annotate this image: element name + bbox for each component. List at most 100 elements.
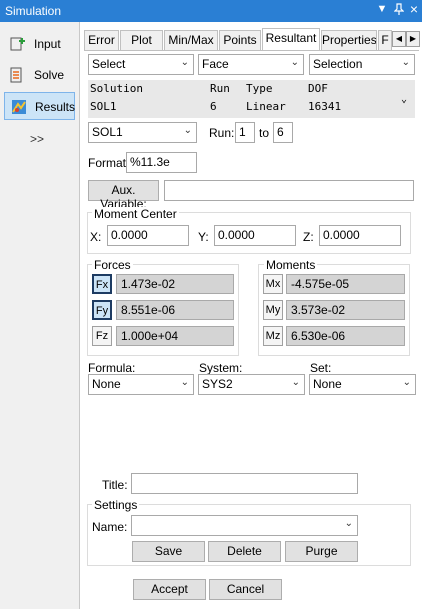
input-plus-icon — [10, 36, 26, 52]
window-menu-icon[interactable]: ▼ — [375, 3, 389, 19]
mz-button[interactable]: Mz — [263, 326, 283, 346]
results-chart-icon — [11, 99, 27, 115]
chevron-down-icon: ⌄ — [183, 125, 192, 136]
accept-button[interactable]: Accept — [133, 579, 206, 600]
cell-solution: SOL1 — [90, 100, 117, 113]
set-dropdown[interactable]: None ⌄ — [309, 374, 416, 395]
aux-variable-button[interactable]: Aux. Variable: — [88, 180, 159, 211]
fx-button[interactable]: Fx — [92, 274, 112, 294]
face-dropdown-value: Face — [202, 57, 229, 71]
center-x-label: X: — [90, 230, 102, 244]
my-value: 3.573e-02 — [286, 300, 405, 320]
expand-nav-button[interactable]: >> — [30, 132, 44, 146]
run-from-input[interactable]: 1 — [235, 122, 255, 143]
run-label: Run: — [209, 126, 235, 140]
my-button[interactable]: My — [263, 300, 283, 320]
pin-icon[interactable] — [392, 3, 406, 19]
system-dropdown-value: SYS2 — [202, 377, 233, 391]
cell-type: Linear — [246, 100, 286, 113]
face-dropdown[interactable]: Face ⌄ — [198, 54, 304, 75]
tab-strip: Error Plot Min/Max Points Resultant Prop… — [84, 28, 420, 51]
tab-error[interactable]: Error — [84, 30, 119, 50]
fz-value: 1.000e+04 — [116, 326, 234, 346]
solution-table[interactable]: Solution Run Type DOF SOL1 6 Linear 1634… — [88, 80, 415, 118]
center-z-input[interactable]: 0.0000 — [319, 225, 401, 246]
title-input[interactable] — [131, 473, 358, 494]
fy-value: 8.551e-06 — [116, 300, 234, 320]
tab-scroll-left-icon[interactable]: ◀ — [392, 31, 406, 47]
side-nav: Input Solve Results >> — [0, 22, 78, 609]
fx-value: 1.473e-02 — [116, 274, 234, 294]
tab-plot[interactable]: Plot — [120, 30, 163, 50]
chevron-down-icon: ⌄ — [290, 57, 299, 68]
tab-more[interactable]: F — [378, 30, 392, 50]
window-titlebar: Simulation ▼ × — [0, 0, 422, 22]
moment-center-title: Moment Center — [92, 207, 179, 221]
center-y-label: Y: — [198, 230, 209, 244]
nav-input-label: Input — [34, 37, 61, 51]
header-solution: Solution — [90, 82, 143, 95]
system-label: System: — [199, 361, 243, 375]
results-panel: Error Plot Min/Max Points Resultant Prop… — [79, 22, 422, 609]
header-type: Type — [246, 82, 273, 95]
selection-dropdown[interactable]: Selection ⌄ — [309, 54, 415, 75]
select-dropdown-value: Select — [92, 57, 126, 71]
chevron-down-icon: ⌄ — [291, 377, 300, 388]
center-z-label: Z: — [303, 230, 314, 244]
center-x-input[interactable]: 0.0000 — [107, 225, 189, 246]
mx-value: -4.575e-05 — [286, 274, 405, 294]
run-to-label: to — [259, 126, 270, 140]
chevron-down-icon: ⌄ — [344, 518, 353, 529]
formula-dropdown[interactable]: None ⌄ — [88, 374, 194, 395]
mx-button[interactable]: Mx — [263, 274, 283, 294]
set-dropdown-value: None — [313, 377, 342, 391]
delete-button[interactable]: Delete — [208, 541, 281, 562]
solution-select-value: SOL1 — [92, 125, 123, 139]
solution-select[interactable]: SOL1 ⌄ — [88, 122, 197, 143]
header-dof: DOF — [308, 82, 328, 95]
format-label: Format: — [88, 156, 130, 170]
center-y-input[interactable]: 0.0000 — [214, 225, 296, 246]
format-input[interactable]: %11.3e — [126, 152, 197, 173]
cell-run: 6 — [210, 100, 217, 113]
purge-button[interactable]: Purge — [285, 541, 358, 562]
cell-dof: 16341 — [308, 100, 342, 113]
header-run: Run — [210, 82, 230, 95]
run-to-input[interactable]: 6 — [273, 122, 293, 143]
system-dropdown[interactable]: SYS2 ⌄ — [198, 374, 305, 395]
name-label: Name: — [92, 520, 128, 534]
window-title: Simulation — [5, 4, 62, 18]
settings-title: Settings — [92, 498, 140, 512]
nav-results-label: Results — [35, 100, 76, 114]
formula-label: Formula: — [88, 361, 136, 375]
chevron-down-icon: ⌄ — [401, 57, 410, 68]
selection-dropdown-value: Selection — [313, 57, 363, 71]
chevron-down-icon: ⌄ — [180, 57, 189, 68]
mz-value: 6.530e-06 — [286, 326, 405, 346]
tab-properties[interactable]: Properties — [321, 30, 377, 50]
formula-dropdown-value: None — [92, 377, 121, 391]
nav-solve-button[interactable]: Solve — [4, 61, 75, 89]
fz-button[interactable]: Fz — [92, 326, 112, 346]
set-label: Set: — [310, 361, 332, 375]
tab-resultant[interactable]: Resultant — [262, 28, 320, 51]
tab-scroll-right-icon[interactable]: ▶ — [406, 31, 420, 47]
settings-name-dropdown[interactable]: ⌄ — [131, 515, 358, 536]
close-icon[interactable]: × — [407, 1, 421, 17]
select-dropdown[interactable]: Select ⌄ — [88, 54, 194, 75]
nav-results-button[interactable]: Results — [4, 92, 75, 120]
title-label: Title: — [102, 478, 128, 492]
forces-title: Forces — [92, 258, 133, 272]
tab-points[interactable]: Points — [219, 30, 261, 50]
fy-button[interactable]: Fy — [92, 300, 112, 320]
cancel-button[interactable]: Cancel — [209, 579, 282, 600]
nav-input-button[interactable]: Input — [4, 30, 75, 58]
aux-variable-input[interactable] — [164, 180, 414, 201]
chevron-down-icon: ⌄ — [402, 377, 411, 388]
moments-title: Moments — [264, 258, 318, 272]
tab-minmax[interactable]: Min/Max — [164, 30, 218, 50]
tab-divider — [84, 50, 419, 51]
chevron-down-icon: ⌄ — [180, 377, 189, 388]
save-button[interactable]: Save — [132, 541, 205, 562]
nav-solve-label: Solve — [34, 68, 65, 82]
